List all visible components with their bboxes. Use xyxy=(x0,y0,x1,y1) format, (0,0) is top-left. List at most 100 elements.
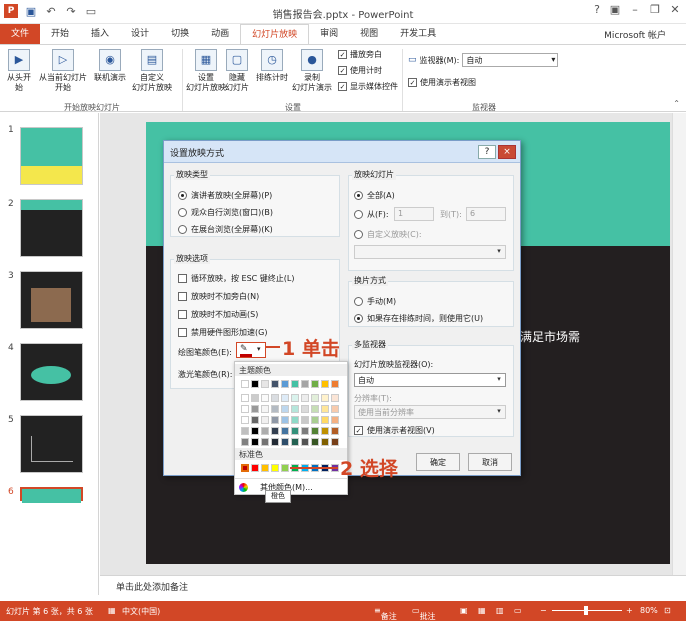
from-slide-spinner[interactable]: 1 xyxy=(394,207,434,221)
theme-color-swatch[interactable] xyxy=(251,405,259,413)
theme-color-swatch[interactable] xyxy=(241,427,249,435)
theme-color-swatch[interactable] xyxy=(321,394,329,402)
to-slide-spinner[interactable]: 6 xyxy=(466,207,506,221)
dialog-close-button[interactable]: × xyxy=(498,145,516,159)
theme-color-swatch[interactable] xyxy=(271,394,279,402)
theme-color-swatch[interactable] xyxy=(261,438,269,446)
tab-view[interactable]: 视图 xyxy=(349,24,389,44)
slide-thumbnail-2[interactable] xyxy=(20,199,83,257)
standard-color-swatch[interactable] xyxy=(281,464,289,472)
custom-slideshow-button[interactable]: ▤ 自定义 幻灯片放映 xyxy=(128,49,176,93)
use-presenter-view-dialog-checkbox[interactable]: ✓ 使用演示者视图(V) xyxy=(354,425,435,436)
slide-body-text[interactable]: 满足市场需 xyxy=(520,328,580,345)
theme-color-swatch[interactable] xyxy=(271,416,279,424)
spellcheck-icon[interactable]: ▦ xyxy=(108,606,116,615)
tab-home[interactable]: 开始 xyxy=(40,24,80,44)
theme-color-swatch[interactable] xyxy=(311,416,319,424)
standard-color-swatch[interactable] xyxy=(241,464,249,472)
record-slideshow-button[interactable]: ● 录制 幻灯片演示 xyxy=(290,49,334,93)
help-icon[interactable]: ? xyxy=(588,3,606,19)
present-online-button[interactable]: ◉ 联机演示 xyxy=(90,49,130,83)
custom-show-dropdown[interactable]: ▾ xyxy=(354,245,506,259)
from-slide-radio[interactable]: 从(F): xyxy=(354,209,389,220)
theme-color-swatch[interactable] xyxy=(311,405,319,413)
theme-color-swatch[interactable] xyxy=(321,380,329,388)
ribbon-display-icon[interactable]: ▣ xyxy=(606,3,624,19)
standard-color-swatch[interactable] xyxy=(261,464,269,472)
dialog-help-button[interactable]: ? xyxy=(478,145,496,159)
all-slides-radio[interactable]: 全部(A) xyxy=(354,190,395,201)
theme-color-swatch[interactable] xyxy=(281,438,289,446)
theme-color-swatch[interactable] xyxy=(321,416,329,424)
use-presenter-view-checkbox[interactable]: ✓ 使用演示者视图 xyxy=(408,77,476,88)
theme-color-swatch[interactable] xyxy=(281,394,289,402)
monitor-dropdown[interactable]: 自动 ▾ xyxy=(462,53,559,67)
theme-color-swatch[interactable] xyxy=(311,394,319,402)
theme-color-swatch[interactable] xyxy=(321,438,329,446)
tab-slideshow[interactable]: 幻灯片放映 xyxy=(240,24,310,44)
from-current-slide-button[interactable]: ▷ 从当前幻灯片 开始 xyxy=(38,49,88,93)
theme-color-swatch[interactable] xyxy=(241,394,249,402)
standard-color-swatch[interactable] xyxy=(251,464,259,472)
normal-view-icon[interactable]: ▣ xyxy=(460,606,468,615)
notes-button[interactable]: ≡ 备注 xyxy=(374,606,397,621)
theme-color-swatch[interactable] xyxy=(291,394,299,402)
loop-continuously-checkbox[interactable]: 循环放映，按 ESC 键终止(L) xyxy=(178,273,295,284)
rehearse-timings-button[interactable]: ◷ 排练计时 xyxy=(254,49,290,83)
theme-color-swatch[interactable] xyxy=(301,416,309,424)
tab-design[interactable]: 设计 xyxy=(120,24,160,44)
slide-thumbnail-6[interactable] xyxy=(20,487,83,503)
ok-button[interactable]: 确定 xyxy=(416,453,460,471)
show-without-narration-checkbox[interactable]: 放映时不加旁白(N) xyxy=(178,291,259,302)
theme-color-swatch[interactable] xyxy=(321,405,329,413)
reading-view-icon[interactable]: ▥ xyxy=(496,606,504,615)
theme-color-swatch[interactable] xyxy=(331,405,339,413)
theme-color-swatch[interactable] xyxy=(291,416,299,424)
from-beginning-button[interactable]: ▶ 从头开始 xyxy=(4,49,34,93)
theme-color-swatch[interactable] xyxy=(261,427,269,435)
standard-color-swatch[interactable] xyxy=(271,464,279,472)
theme-color-swatch[interactable] xyxy=(291,427,299,435)
setup-slideshow-button[interactable]: ▦ 设置 幻灯片放映 xyxy=(186,49,226,93)
theme-color-swatch[interactable] xyxy=(331,427,339,435)
hide-slide-button[interactable]: ▢ 隐藏 幻灯片 xyxy=(222,49,252,93)
theme-color-swatch[interactable] xyxy=(261,416,269,424)
theme-color-swatch[interactable] xyxy=(271,427,279,435)
zoom-level[interactable]: 80% xyxy=(640,606,658,615)
slide-sorter-icon[interactable]: ▦ xyxy=(478,606,486,615)
theme-color-swatch[interactable] xyxy=(261,380,269,388)
theme-color-swatch[interactable] xyxy=(241,405,249,413)
theme-color-swatch[interactable] xyxy=(251,394,259,402)
restore-button[interactable]: ❐ xyxy=(646,3,664,19)
browsed-at-kiosk-radio[interactable]: 在展台浏览(全屏幕)(K) xyxy=(178,224,273,235)
theme-color-swatch[interactable] xyxy=(271,405,279,413)
slide-thumbnail-5[interactable] xyxy=(20,415,83,473)
fit-to-window-icon[interactable]: ⊡ xyxy=(664,606,671,615)
pen-color-button[interactable]: ✎ ▾ xyxy=(236,342,266,358)
custom-show-radio[interactable]: 自定义放映(C): xyxy=(354,229,422,240)
use-timings-radio[interactable]: 如果存在排练时间，则使用它(U) xyxy=(354,313,483,324)
play-narrations-checkbox[interactable]: ✓ 播放旁白 xyxy=(338,49,382,60)
theme-color-swatch[interactable] xyxy=(241,416,249,424)
show-media-controls-checkbox[interactable]: ✓ 显示媒体控件 xyxy=(338,81,398,92)
slide-thumbnail-3[interactable] xyxy=(20,271,83,329)
theme-color-swatch[interactable] xyxy=(331,380,339,388)
theme-color-swatch[interactable] xyxy=(241,438,249,446)
theme-color-swatch[interactable] xyxy=(251,416,259,424)
theme-color-swatch[interactable] xyxy=(271,438,279,446)
theme-color-swatch[interactable] xyxy=(301,380,309,388)
theme-color-swatch[interactable] xyxy=(331,438,339,446)
theme-color-swatch[interactable] xyxy=(311,380,319,388)
notes-pane[interactable]: 单击此处添加备注 xyxy=(100,575,686,595)
theme-color-swatch[interactable] xyxy=(261,394,269,402)
slideshow-view-icon[interactable]: ▭ xyxy=(514,606,522,615)
theme-color-swatch[interactable] xyxy=(311,427,319,435)
theme-color-swatch[interactable] xyxy=(301,405,309,413)
zoom-out-button[interactable]: − xyxy=(540,606,547,615)
theme-color-swatch[interactable] xyxy=(261,405,269,413)
theme-color-swatch[interactable] xyxy=(251,380,259,388)
tab-insert[interactable]: 插入 xyxy=(80,24,120,44)
more-colors-item[interactable]: 其他颜色(M)... xyxy=(235,478,347,494)
disable-hardware-acceleration-checkbox[interactable]: 禁用硬件图形加速(G) xyxy=(178,327,267,338)
monitor-selector[interactable]: ▭ 监视器(M): 自动 ▾ xyxy=(408,53,559,67)
